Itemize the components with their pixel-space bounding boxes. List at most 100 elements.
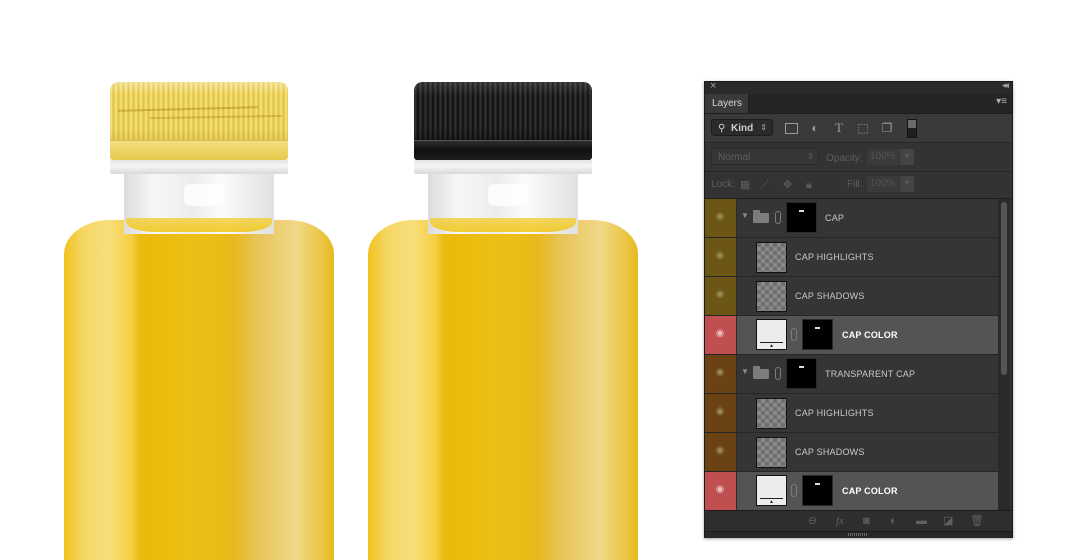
eye-icon: ◉ xyxy=(715,367,725,378)
new-layer-icon[interactable]: ◪ xyxy=(943,514,953,528)
add-mask-icon[interactable]: ◙ xyxy=(863,514,870,528)
layer-name[interactable]: CAP HIGHLIGHTS xyxy=(795,238,874,276)
layer-thumbnail[interactable] xyxy=(756,437,787,468)
visibility-toggle[interactable]: ◉ xyxy=(705,355,737,393)
layer-name[interactable]: CAP SHADOWS xyxy=(795,277,865,315)
smart-object-filter-icon[interactable]: ❐ xyxy=(880,121,894,135)
expand-triangle-icon[interactable]: ▼ xyxy=(741,211,749,220)
layer-row[interactable]: ◉ CAP COLOR xyxy=(705,472,998,510)
image-filter-icon[interactable] xyxy=(785,123,798,134)
visibility-toggle[interactable]: ◉ xyxy=(705,238,737,276)
eye-icon: ◉ xyxy=(715,250,725,261)
layer-name[interactable]: TRANSPARENT CAP xyxy=(825,355,915,393)
delete-layer-icon[interactable]: 🗑︎ xyxy=(970,514,984,528)
tab-layers[interactable]: Layers xyxy=(705,94,749,113)
eye-icon: ◉ xyxy=(715,406,725,417)
eye-icon: ◉ xyxy=(715,289,725,300)
fill-field[interactable]: 100% xyxy=(867,176,899,192)
lock-all-icon[interactable]: 🔒︎ xyxy=(806,179,812,191)
fx-icon[interactable]: fx xyxy=(836,514,844,528)
opacity-label: Opacity: xyxy=(826,153,863,164)
layer-row[interactable]: ◉ CAP SHADOWS xyxy=(705,433,998,472)
fill-layer-thumbnail[interactable] xyxy=(756,475,787,506)
layer-row[interactable]: ◉ CAP COLOR xyxy=(705,316,998,355)
layer-name[interactable]: CAP COLOR xyxy=(842,316,898,354)
visibility-toggle[interactable]: ◉ xyxy=(705,433,737,471)
visibility-toggle[interactable]: ◉ xyxy=(705,472,737,510)
kind-label: Kind xyxy=(731,123,754,134)
panel-resize-grip[interactable] xyxy=(705,531,1012,538)
select-arrows-icon: ⇕ xyxy=(760,123,767,132)
eye-icon: ◉ xyxy=(715,328,725,339)
visibility-toggle[interactable]: ◉ xyxy=(705,277,737,315)
layer-name[interactable]: CAP xyxy=(825,199,844,237)
type-filter-icon[interactable]: T xyxy=(832,121,846,135)
visibility-toggle[interactable]: ◉ xyxy=(705,394,737,432)
lock-move-icon[interactable]: ✥ xyxy=(783,179,792,191)
filter-toggle[interactable] xyxy=(907,119,917,138)
lock-row: Lock: ▦ ⟋ ✥ 🔒︎ Fill: 100% ▼ xyxy=(705,172,1012,199)
layer-mask-thumbnail[interactable] xyxy=(786,358,817,389)
layer-row[interactable]: ◉ ▼ TRANSPARENT CAP xyxy=(705,355,998,394)
bottle-black-cap xyxy=(368,80,638,560)
layer-mask-thumbnail[interactable] xyxy=(786,202,817,233)
panel-menu-icon[interactable]: ▾≡ xyxy=(996,96,1007,107)
transparent-yellow-cap xyxy=(110,82,288,160)
layers-list: ◉ ▼ CAP ◉ CAP HIGHLIGHTS ◉ CAP SHADOWS ◉ CAP COL… xyxy=(705,199,998,510)
layer-mask-thumbnail[interactable] xyxy=(802,319,833,350)
layers-scrollbar[interactable] xyxy=(998,199,1010,510)
new-adjustment-layer-icon[interactable]: ◐ xyxy=(890,514,897,528)
select-arrows-icon: ⇕ xyxy=(807,152,814,161)
lock-paint-brush-icon[interactable]: ⟋ xyxy=(761,179,769,191)
blend-row: Normal ⇕ Opacity: 100% ▼ xyxy=(705,143,1012,172)
kind-filter-select[interactable]: ⚲ Kind ⇕ xyxy=(711,119,773,136)
lock-label: Lock: xyxy=(711,179,735,190)
bottle-yellow-cap xyxy=(64,80,334,560)
layers-panel: × ◂◂ Layers ▾≡ ⚲ Kind ⇕ ◐ T ⬚ ❐ Normal ⇕… xyxy=(704,80,1013,538)
layer-row[interactable]: ◉ CAP SHADOWS xyxy=(705,277,998,316)
eye-icon: ◉ xyxy=(715,211,725,222)
adjustment-filter-icon[interactable]: ◐ xyxy=(808,121,822,135)
link-icon[interactable] xyxy=(775,211,781,224)
layer-name[interactable]: CAP COLOR xyxy=(842,472,898,510)
panel-titlebar[interactable]: × ◂◂ xyxy=(705,80,1012,94)
filter-row: ⚲ Kind ⇕ ◐ T ⬚ ❐ xyxy=(705,114,1012,143)
bottle-body xyxy=(64,220,334,560)
shape-filter-icon[interactable]: ⬚ xyxy=(856,121,870,135)
link-icon[interactable] xyxy=(791,484,797,497)
close-icon[interactable]: × xyxy=(710,80,716,92)
collapse-icon[interactable]: ◂◂ xyxy=(1002,80,1009,91)
layer-thumbnail[interactable] xyxy=(756,242,787,273)
layer-row[interactable]: ◉ CAP HIGHLIGHTS xyxy=(705,238,998,277)
layer-row[interactable]: ◉ ▼ CAP xyxy=(705,199,998,238)
visibility-toggle[interactable]: ◉ xyxy=(705,316,737,354)
visibility-toggle[interactable]: ◉ xyxy=(705,199,737,237)
layer-thumbnail[interactable] xyxy=(756,398,787,429)
scrollbar-thumb[interactable] xyxy=(1001,202,1007,375)
layer-thumbnail[interactable] xyxy=(756,281,787,312)
layer-mask-thumbnail[interactable] xyxy=(802,475,833,506)
link-icon[interactable] xyxy=(775,367,781,380)
black-cap xyxy=(414,82,592,160)
fill-label: Fill: xyxy=(847,179,863,190)
search-icon: ⚲ xyxy=(718,123,726,134)
opacity-dropdown-icon[interactable]: ▼ xyxy=(900,149,914,165)
fill-dropdown-icon[interactable]: ▼ xyxy=(900,176,914,192)
blend-mode-select[interactable]: Normal ⇕ xyxy=(711,148,819,165)
fill-layer-thumbnail[interactable] xyxy=(756,319,787,350)
expand-triangle-icon[interactable]: ▼ xyxy=(741,367,749,376)
eye-icon: ◉ xyxy=(715,445,725,456)
opacity-field[interactable]: 100% xyxy=(867,149,899,165)
link-layers-icon[interactable]: ⊖ xyxy=(808,514,817,528)
lock-transparent-icon[interactable]: ▦ xyxy=(740,179,750,191)
folder-icon xyxy=(753,210,769,223)
bottle-neck xyxy=(414,160,592,240)
layer-row[interactable]: ◉ CAP HIGHLIGHTS xyxy=(705,394,998,433)
new-group-icon[interactable]: ▬ xyxy=(916,514,927,528)
link-icon[interactable] xyxy=(791,328,797,341)
tab-row: Layers ▾≡ xyxy=(705,94,1012,114)
layer-name[interactable]: CAP HIGHLIGHTS xyxy=(795,394,874,432)
panel-bottom-bar: ⊖ fx ◙ ◐ ▬ ◪ 🗑︎ xyxy=(705,510,1012,531)
layer-name[interactable]: CAP SHADOWS xyxy=(795,433,865,471)
eye-icon: ◉ xyxy=(715,484,725,495)
